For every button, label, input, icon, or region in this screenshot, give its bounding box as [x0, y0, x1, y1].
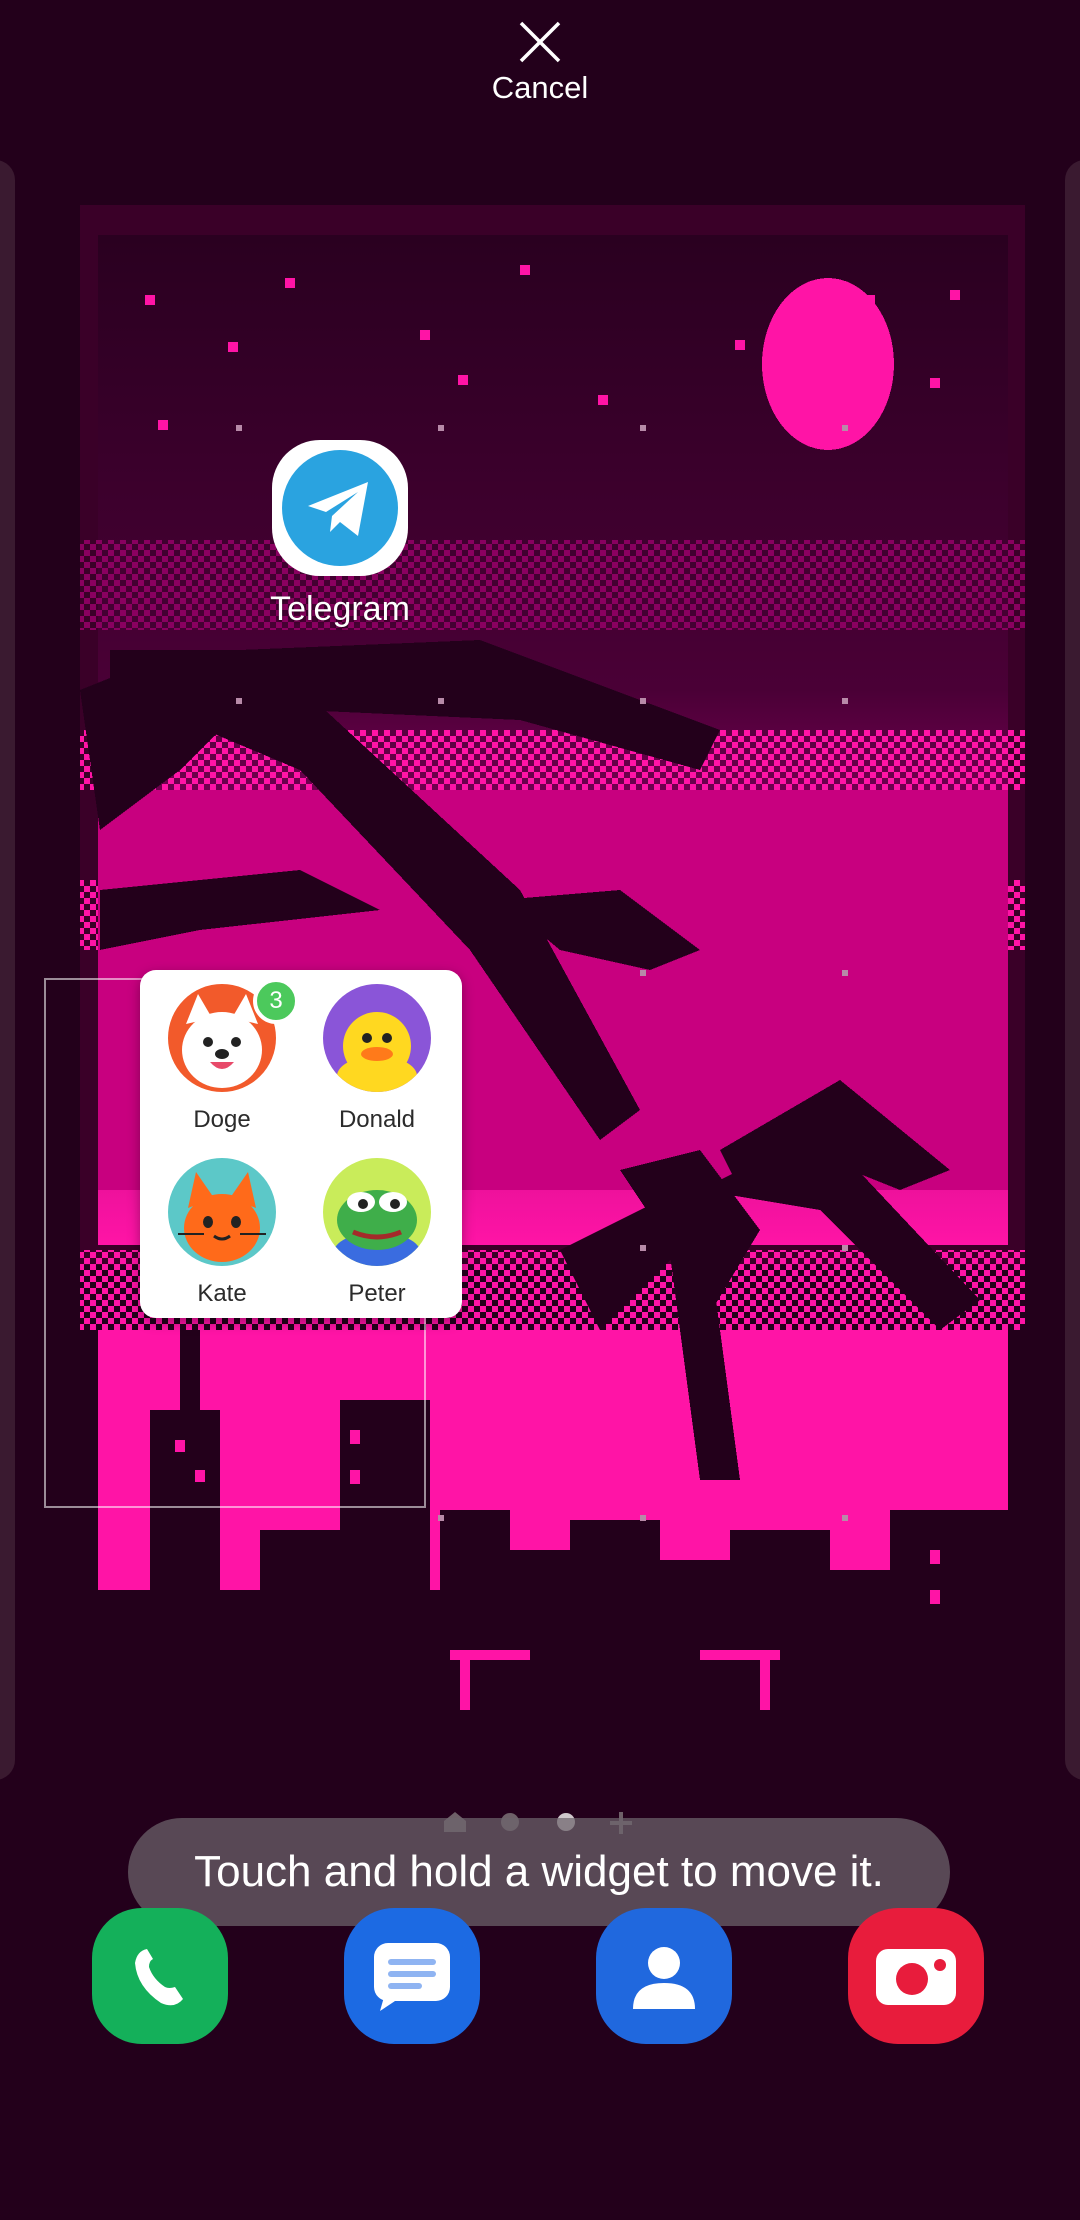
cat-avatar — [168, 1158, 276, 1266]
home-screen-edit-mode: Cancel Telegram 3 Doge Donald Kate Peter… — [0, 0, 1080, 2220]
close-icon — [519, 21, 561, 63]
unread-badge: 3 — [253, 978, 299, 1024]
duck-avatar — [323, 984, 431, 1092]
contact-doge[interactable]: 3 Doge — [147, 978, 299, 1134]
app-telegram[interactable]: Telegram — [250, 440, 430, 629]
cancel-button[interactable]: Cancel — [440, 20, 640, 120]
contact-name: Donald — [338, 1106, 416, 1133]
contact-name: Doge — [193, 1106, 251, 1133]
frog-avatar — [323, 1158, 431, 1266]
contact-name: Kate — [197, 1280, 247, 1307]
contact-peter[interactable]: Peter — [302, 1158, 452, 1308]
app-label: Telegram — [270, 590, 410, 628]
dock-phone-app[interactable] — [92, 1908, 228, 2044]
dock-messages-app[interactable] — [344, 1908, 480, 2044]
contact-kate[interactable]: Kate — [147, 1158, 297, 1308]
telegram-contacts-widget[interactable]: 3 Doge Donald Kate Peter — [140, 970, 462, 1318]
contact-name: Peter — [348, 1280, 406, 1307]
telegram-icon — [272, 440, 408, 576]
contact-donald[interactable]: Donald — [302, 984, 452, 1134]
dock-contacts-app[interactable] — [596, 1908, 732, 2044]
phone-icon — [135, 1949, 183, 2006]
dock-camera-app[interactable] — [848, 1908, 984, 2044]
contacts-icon — [633, 1947, 695, 2009]
cancel-label: Cancel — [491, 70, 589, 105]
camera-icon — [876, 1949, 956, 2005]
toast-message: Touch and hold a widget to move it. — [128, 1818, 950, 1926]
messages-icon — [374, 1943, 450, 2011]
